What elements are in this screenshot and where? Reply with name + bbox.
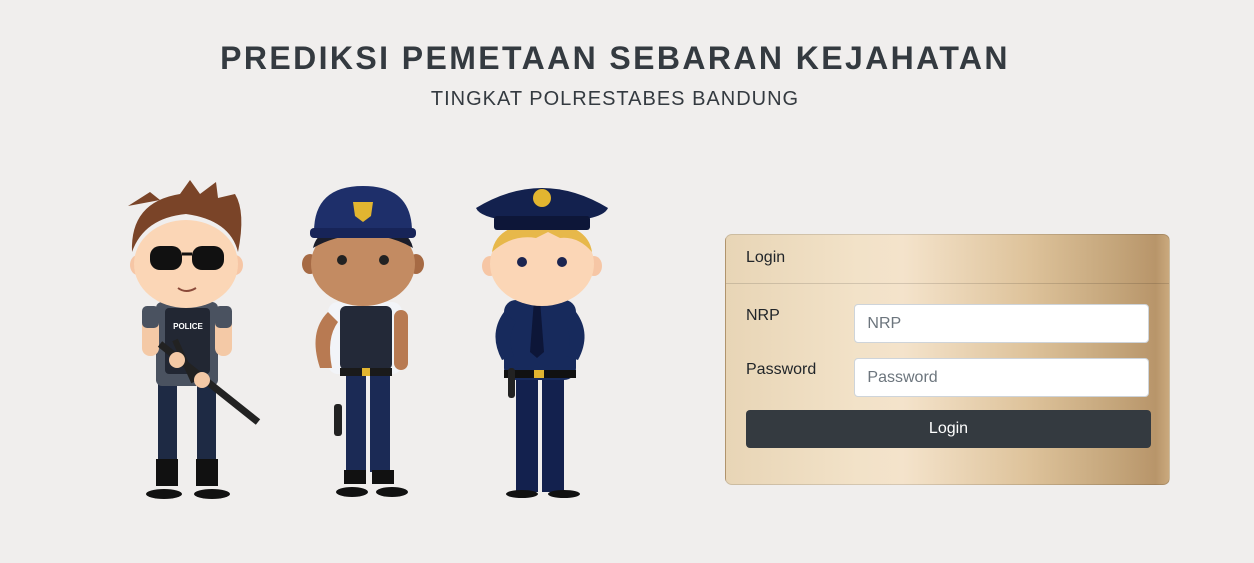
page-header: PREDIKSI PEMETAAN SEBARAN KEJAHATAN TING… [0,40,1230,111]
password-row: Password [746,358,1149,398]
page-subtitle: TINGKAT POLRESTABES BANDUNG [430,88,800,110]
password-label: Password [746,361,817,378]
login-card: Login NRP Password Login [725,234,1170,485]
police-badge-text: POLICE [173,322,203,331]
police-illustration-svg: POLICE [128,180,608,499]
officer-uniform [476,188,608,498]
page-title: PREDIKSI PEMETAAN SEBARAN KEJAHATAN [220,40,1010,76]
login-form: NRP Password Login [726,284,1169,468]
nrp-label: NRP [746,307,780,324]
nrp-input[interactable] [854,304,1149,343]
officer-vest [302,186,424,497]
password-input[interactable] [854,358,1149,397]
nrp-row: NRP [746,304,1149,344]
login-card-title: Login [726,235,1169,284]
police-illustration: POLICE [120,172,620,502]
login-button[interactable]: Login [746,410,1151,448]
officer-rifle: POLICE [128,180,261,499]
